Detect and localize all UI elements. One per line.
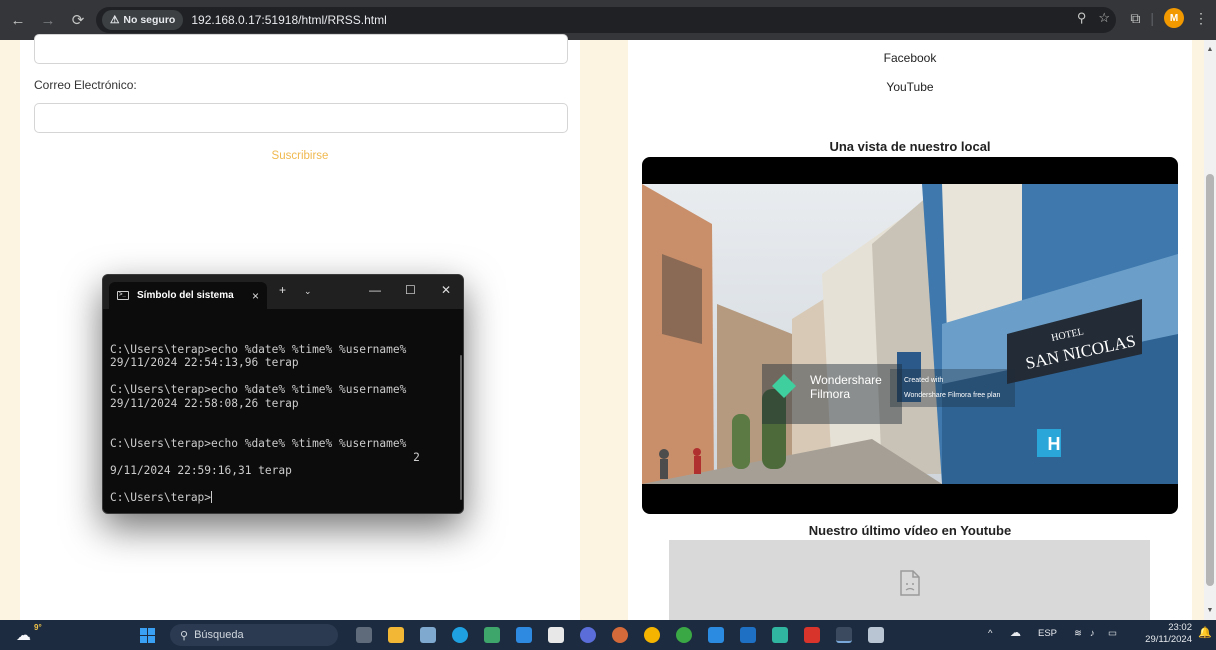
svg-text:H: H — [1048, 434, 1061, 454]
page-scrollbar[interactable]: ▲ ▼ — [1204, 40, 1216, 620]
watermark-note-2: Wondershare Filmora free plan — [904, 392, 1000, 399]
new-tab-icon[interactable]: + — [279, 283, 286, 297]
command-prompt-window[interactable]: >_ Símbolo del sistema × + ⌄ — ☐ ✕ C:\Us… — [102, 274, 464, 514]
zoom-icon[interactable]: ⚲ — [1077, 10, 1087, 26]
acrobat-icon[interactable] — [804, 627, 820, 643]
scroll-down-icon[interactable]: ▼ — [1204, 607, 1216, 614]
broken-document-icon — [899, 570, 920, 596]
terminal-line: 29/11/2024 22:58:08,26 terap — [110, 396, 299, 410]
app-switch-icon[interactable] — [580, 627, 596, 643]
address-bar[interactable]: ⚠ No seguro 192.168.0.17:51918/html/RRSS… — [96, 7, 1116, 33]
email-input[interactable] — [34, 103, 568, 133]
terminal-line: 2 — [110, 450, 420, 464]
email-label: Correo Electrónico: — [34, 78, 137, 92]
scroll-up-icon[interactable]: ▲ — [1204, 46, 1216, 53]
subscribe-button[interactable]: Suscribirse — [20, 150, 580, 162]
command-prompt-icon: >_ — [117, 291, 129, 300]
clock-date: 29/11/2024 — [1145, 634, 1192, 645]
street-scene-image: H HOTEL SAN NICOLAS Wondershare Filmora — [642, 184, 1178, 484]
facebook-link[interactable]: Facebook — [628, 51, 1192, 65]
edge-icon[interactable] — [452, 627, 468, 643]
vscode-icon[interactable] — [708, 627, 724, 643]
watermark-product: Filmora — [810, 387, 850, 401]
terminal-scrollbar[interactable] — [460, 355, 462, 500]
security-chip[interactable]: ⚠ No seguro — [102, 10, 184, 30]
app-doc-icon[interactable] — [868, 627, 884, 643]
search-placeholder: Búsqueda — [194, 629, 244, 641]
terminal-tab[interactable]: >_ Símbolo del sistema × — [109, 282, 267, 309]
toolbar-divider: | — [1150, 10, 1154, 26]
maximize-icon[interactable]: ☐ — [405, 283, 416, 297]
more-menu-icon[interactable]: ⋮ — [1194, 10, 1208, 27]
forward-arrow-icon[interactable]: → — [36, 8, 60, 32]
app-teal-icon[interactable] — [772, 627, 788, 643]
onedrive-icon[interactable]: ☁ — [1010, 626, 1021, 639]
outlook-icon[interactable] — [740, 627, 756, 643]
volume-icon[interactable]: ♪ — [1090, 628, 1095, 639]
tab-close-icon[interactable]: × — [252, 289, 259, 303]
weather-icon[interactable]: ☁ — [16, 626, 31, 644]
photos-icon[interactable] — [420, 627, 436, 643]
video-player[interactable]: H HOTEL SAN NICOLAS Wondershare Filmora — [642, 157, 1178, 514]
weather-temp[interactable]: 9° — [34, 623, 42, 632]
youtube-embed[interactable] — [669, 540, 1150, 620]
youtube-section-title: Nuestro último vídeo en Youtube — [808, 523, 1012, 538]
windows-start-icon[interactable] — [140, 628, 155, 643]
notification-bell-icon[interactable]: 🔔 — [1198, 626, 1212, 639]
video-section-title: Una vista de nuestro local — [829, 139, 991, 154]
file-explorer-icon[interactable] — [388, 627, 404, 643]
app-g-icon[interactable] — [548, 627, 564, 643]
reload-icon[interactable]: ⟳ — [66, 8, 90, 32]
terminal-tab-title: Símbolo del sistema — [137, 290, 234, 301]
text-cursor — [211, 491, 213, 503]
search-icon: ⚲ — [180, 629, 189, 642]
profile-avatar[interactable]: M — [1164, 8, 1184, 28]
terminal-output[interactable]: C:\Users\terap>echo %date% %time% %usern… — [110, 329, 455, 505]
terminal-line: C:\Users\terap>echo %date% %time% %usern… — [110, 342, 407, 356]
url-text[interactable]: 192.168.0.17:51918/html/RRSS.html — [191, 13, 386, 27]
watermark-brand: Wondershare — [810, 373, 882, 387]
calculator-icon[interactable] — [516, 627, 532, 643]
bookmark-star-icon[interactable]: ☆ — [1098, 10, 1110, 26]
tab-dropdown-icon[interactable]: ⌄ — [304, 286, 312, 297]
terminal-prompt-line: C:\Users\terap> — [110, 491, 212, 504]
video-frame: H HOTEL SAN NICOLAS Wondershare Filmora — [642, 184, 1178, 484]
back-arrow-icon[interactable]: ← — [6, 8, 30, 32]
terminal-taskbar-icon[interactable] — [836, 627, 852, 643]
chrome-icon[interactable] — [644, 627, 660, 643]
terminal-line: 29/11/2024 22:54:13,96 terap — [110, 356, 299, 369]
wifi-icon[interactable]: ≋ — [1074, 628, 1082, 639]
tray-overflow-icon[interactable]: ^ — [988, 628, 992, 639]
scroll-thumb[interactable] — [1206, 174, 1214, 586]
name-input[interactable] — [34, 34, 568, 64]
watermark-note-1: Created with — [904, 377, 943, 384]
task-view-icon[interactable] — [356, 627, 372, 643]
social-panel: Facebook YouTube Una vista de nuestro lo… — [628, 40, 1192, 620]
terminal-titlebar[interactable]: >_ Símbolo del sistema × + ⌄ — ☐ ✕ — [103, 275, 463, 309]
clock-time: 23:02 — [1168, 622, 1192, 633]
security-label: No seguro — [123, 14, 176, 26]
close-window-icon[interactable]: ✕ — [441, 283, 451, 297]
taskbar-search[interactable]: ⚲ Búsqueda — [170, 624, 338, 646]
battery-icon[interactable]: ▭ — [1108, 628, 1117, 639]
xbox-icon[interactable] — [676, 627, 692, 643]
terminal-line: C:\Users\terap>echo %date% %time% %usern… — [110, 383, 407, 396]
extensions-icon[interactable]: ⧉ — [1130, 10, 1140, 27]
store-icon[interactable] — [484, 627, 500, 643]
youtube-link[interactable]: YouTube — [628, 80, 1192, 94]
system-clock[interactable]: 23:02 29/11/2024 — [1134, 622, 1192, 646]
terminal-line: C:\Users\terap>echo %date% %time% %usern… — [110, 437, 407, 450]
warning-icon: ⚠ — [110, 14, 120, 26]
app-colorwheel-icon[interactable] — [612, 627, 628, 643]
language-indicator[interactable]: ESP — [1038, 628, 1057, 639]
windows-taskbar: ☁ 9° ⚲ Búsqueda ^ ☁ ESP ≋ ♪ ▭ 23:02 29/1… — [0, 620, 1216, 650]
terminal-line: 9/11/2024 22:59:16,31 terap — [110, 464, 292, 477]
minimize-icon[interactable]: — — [369, 283, 381, 297]
